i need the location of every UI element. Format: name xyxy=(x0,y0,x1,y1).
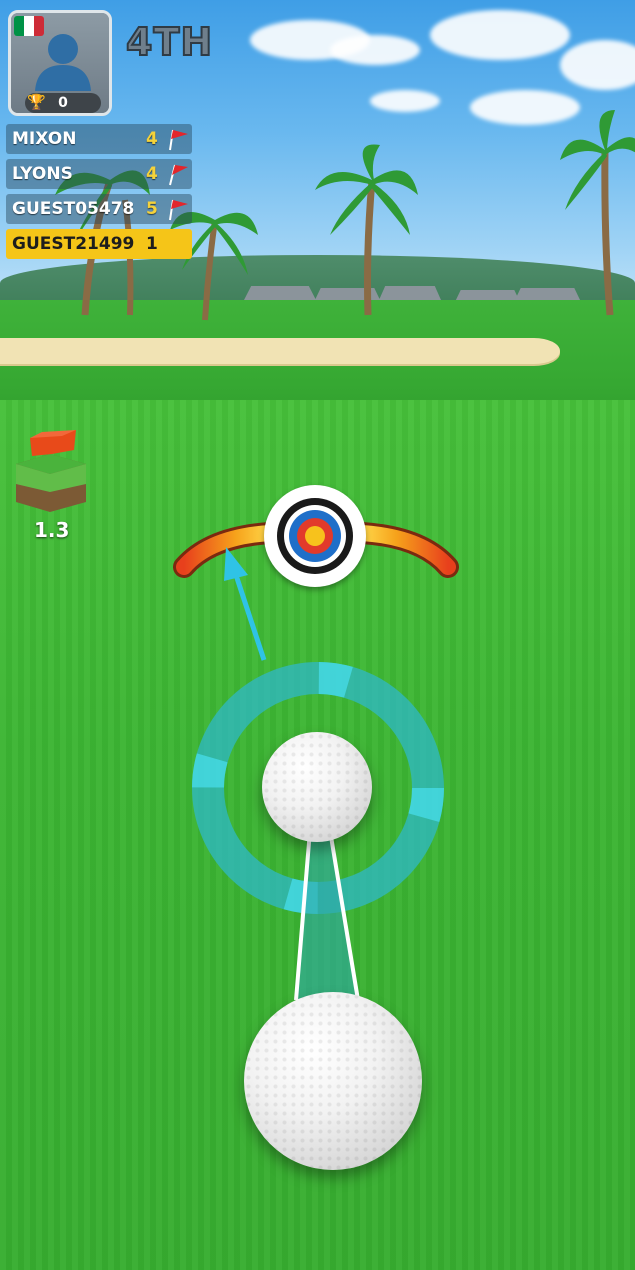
game-scene[interactable]: 0 🏆 4TH MIXON 4 LYONS 4 GUEST05478 5 GUE… xyxy=(0,0,635,1270)
golf-ball[interactable] xyxy=(262,732,372,842)
golf-ball-drag-handle[interactable] xyxy=(244,992,422,1170)
